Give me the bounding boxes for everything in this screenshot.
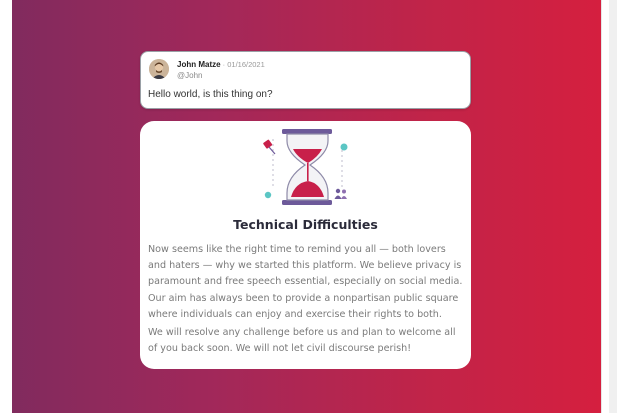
notice-paragraph: We will resolve any challenge before us …	[148, 327, 456, 355]
background-gradient: John Matze · 01/16/2021 @John Hello worl…	[0, 0, 601, 413]
notice-paragraph: Now seems like the right time to remind …	[148, 244, 463, 320]
post-text: Hello world, is this thing on?	[148, 89, 273, 100]
author-handle[interactable]: @John	[177, 71, 265, 81]
scrollbar-track[interactable]	[609, 0, 617, 413]
avatar-portrait	[149, 59, 169, 79]
post-meta: John Matze · 01/16/2021 @John	[177, 60, 265, 81]
notice-body: Now seems like the right time to remind …	[148, 242, 466, 359]
author-name[interactable]: John Matze	[177, 60, 221, 69]
hourglass-icon	[263, 129, 348, 205]
post-card: John Matze · 01/16/2021 @John Hello worl…	[140, 51, 471, 109]
notice-card: Technical Difficulties Now seems like th…	[140, 121, 471, 369]
avatar[interactable]	[149, 59, 169, 79]
notice-title: Technical Difficulties	[233, 217, 378, 232]
post-date: 01/16/2021	[227, 60, 265, 69]
page-scrollbar[interactable]	[601, 0, 620, 413]
